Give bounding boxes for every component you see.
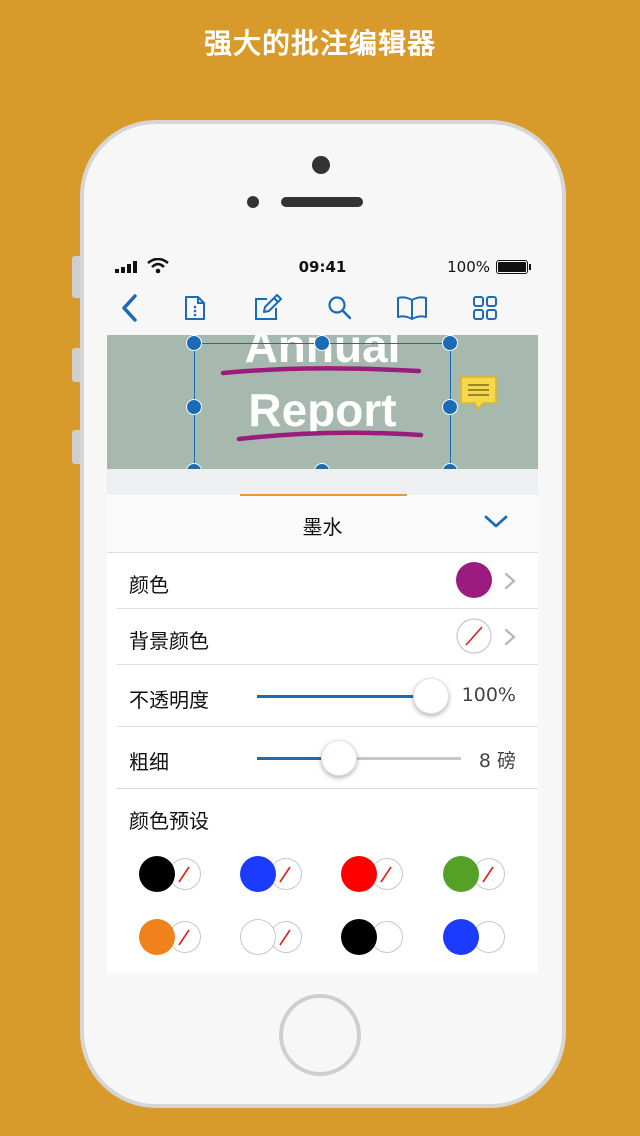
- top-toolbar: [107, 281, 538, 335]
- row-opacity-label: 不透明度: [129, 688, 209, 712]
- row-color-label: 颜色: [129, 573, 169, 597]
- resize-handle[interactable]: [186, 399, 202, 415]
- resize-handle[interactable]: [186, 335, 202, 351]
- color-preset[interactable]: [341, 856, 407, 892]
- grid-icon[interactable]: [468, 291, 502, 325]
- color-swatch[interactable]: [456, 562, 492, 598]
- color-preset[interactable]: [443, 856, 509, 892]
- page-bottom-strip: [107, 469, 538, 495]
- resize-handle[interactable]: [442, 399, 458, 415]
- thickness-slider-thumb[interactable]: [321, 740, 357, 776]
- row-thickness-label: 粗细: [129, 750, 169, 774]
- document-view[interactable]: Annual Report: [107, 335, 538, 495]
- no-color-swatch-icon[interactable]: [456, 618, 492, 654]
- preset-ink: [341, 856, 377, 892]
- opacity-slider-thumb[interactable]: [413, 678, 449, 714]
- color-preset[interactable]: [139, 856, 205, 892]
- color-preset[interactable]: [341, 919, 407, 955]
- row-background-label: 背景颜色: [129, 629, 209, 653]
- battery-percentage: 100%: [447, 258, 490, 276]
- preset-ink: [139, 856, 175, 892]
- selection-box[interactable]: [194, 343, 451, 473]
- resize-handle[interactable]: [314, 335, 330, 351]
- home-button[interactable]: [279, 994, 361, 1076]
- earpiece-speaker: [281, 197, 363, 207]
- back-chevron-icon[interactable]: [112, 291, 146, 325]
- note-comment-icon[interactable]: [459, 375, 499, 415]
- inspector-header: 墨水: [107, 496, 538, 553]
- row-opacity: 不透明度 100%: [107, 665, 538, 727]
- proximity-sensor: [247, 196, 259, 208]
- battery-icon: [496, 260, 531, 274]
- resize-handle[interactable]: [442, 335, 458, 351]
- annotate-pen-icon[interactable]: [251, 291, 285, 325]
- volume-up-button: [72, 348, 80, 382]
- thickness-slider[interactable]: [257, 740, 461, 776]
- status-bar: 09:41 100%: [107, 253, 538, 281]
- row-background-color[interactable]: 背景颜色: [107, 609, 538, 665]
- inspector-title: 墨水: [302, 515, 343, 539]
- preset-ink: [240, 856, 276, 892]
- preset-ink: [240, 919, 276, 955]
- search-icon[interactable]: [323, 291, 357, 325]
- preset-ink: [443, 919, 479, 955]
- chevron-right-icon: [504, 572, 516, 590]
- row-thickness: 粗细 8 磅: [107, 727, 538, 789]
- color-preset[interactable]: [240, 919, 306, 955]
- row-color[interactable]: 颜色: [107, 553, 538, 609]
- app-screen: 09:41 100% Annual Report 墨水 颜色 背景颜色 不透明度…: [107, 253, 538, 973]
- volume-down-button: [72, 430, 80, 464]
- color-preset[interactable]: [240, 856, 306, 892]
- front-camera: [312, 156, 330, 174]
- thickness-value: 8 磅: [478, 750, 516, 772]
- preset-ink: [341, 919, 377, 955]
- chevron-right-icon: [504, 628, 516, 646]
- presets-title: 颜色预设: [129, 809, 209, 833]
- opacity-value: 100%: [461, 684, 516, 706]
- preset-ink: [443, 856, 479, 892]
- color-preset[interactable]: [443, 919, 509, 955]
- preset-ink: [139, 919, 175, 955]
- color-preset[interactable]: [139, 919, 205, 955]
- book-icon[interactable]: [395, 291, 429, 325]
- mute-switch: [72, 256, 80, 298]
- document-info-icon[interactable]: [178, 291, 212, 325]
- promo-headline: 强大的批注编辑器: [203, 27, 436, 60]
- opacity-slider[interactable]: [257, 678, 449, 714]
- chevron-down-icon[interactable]: [484, 514, 508, 530]
